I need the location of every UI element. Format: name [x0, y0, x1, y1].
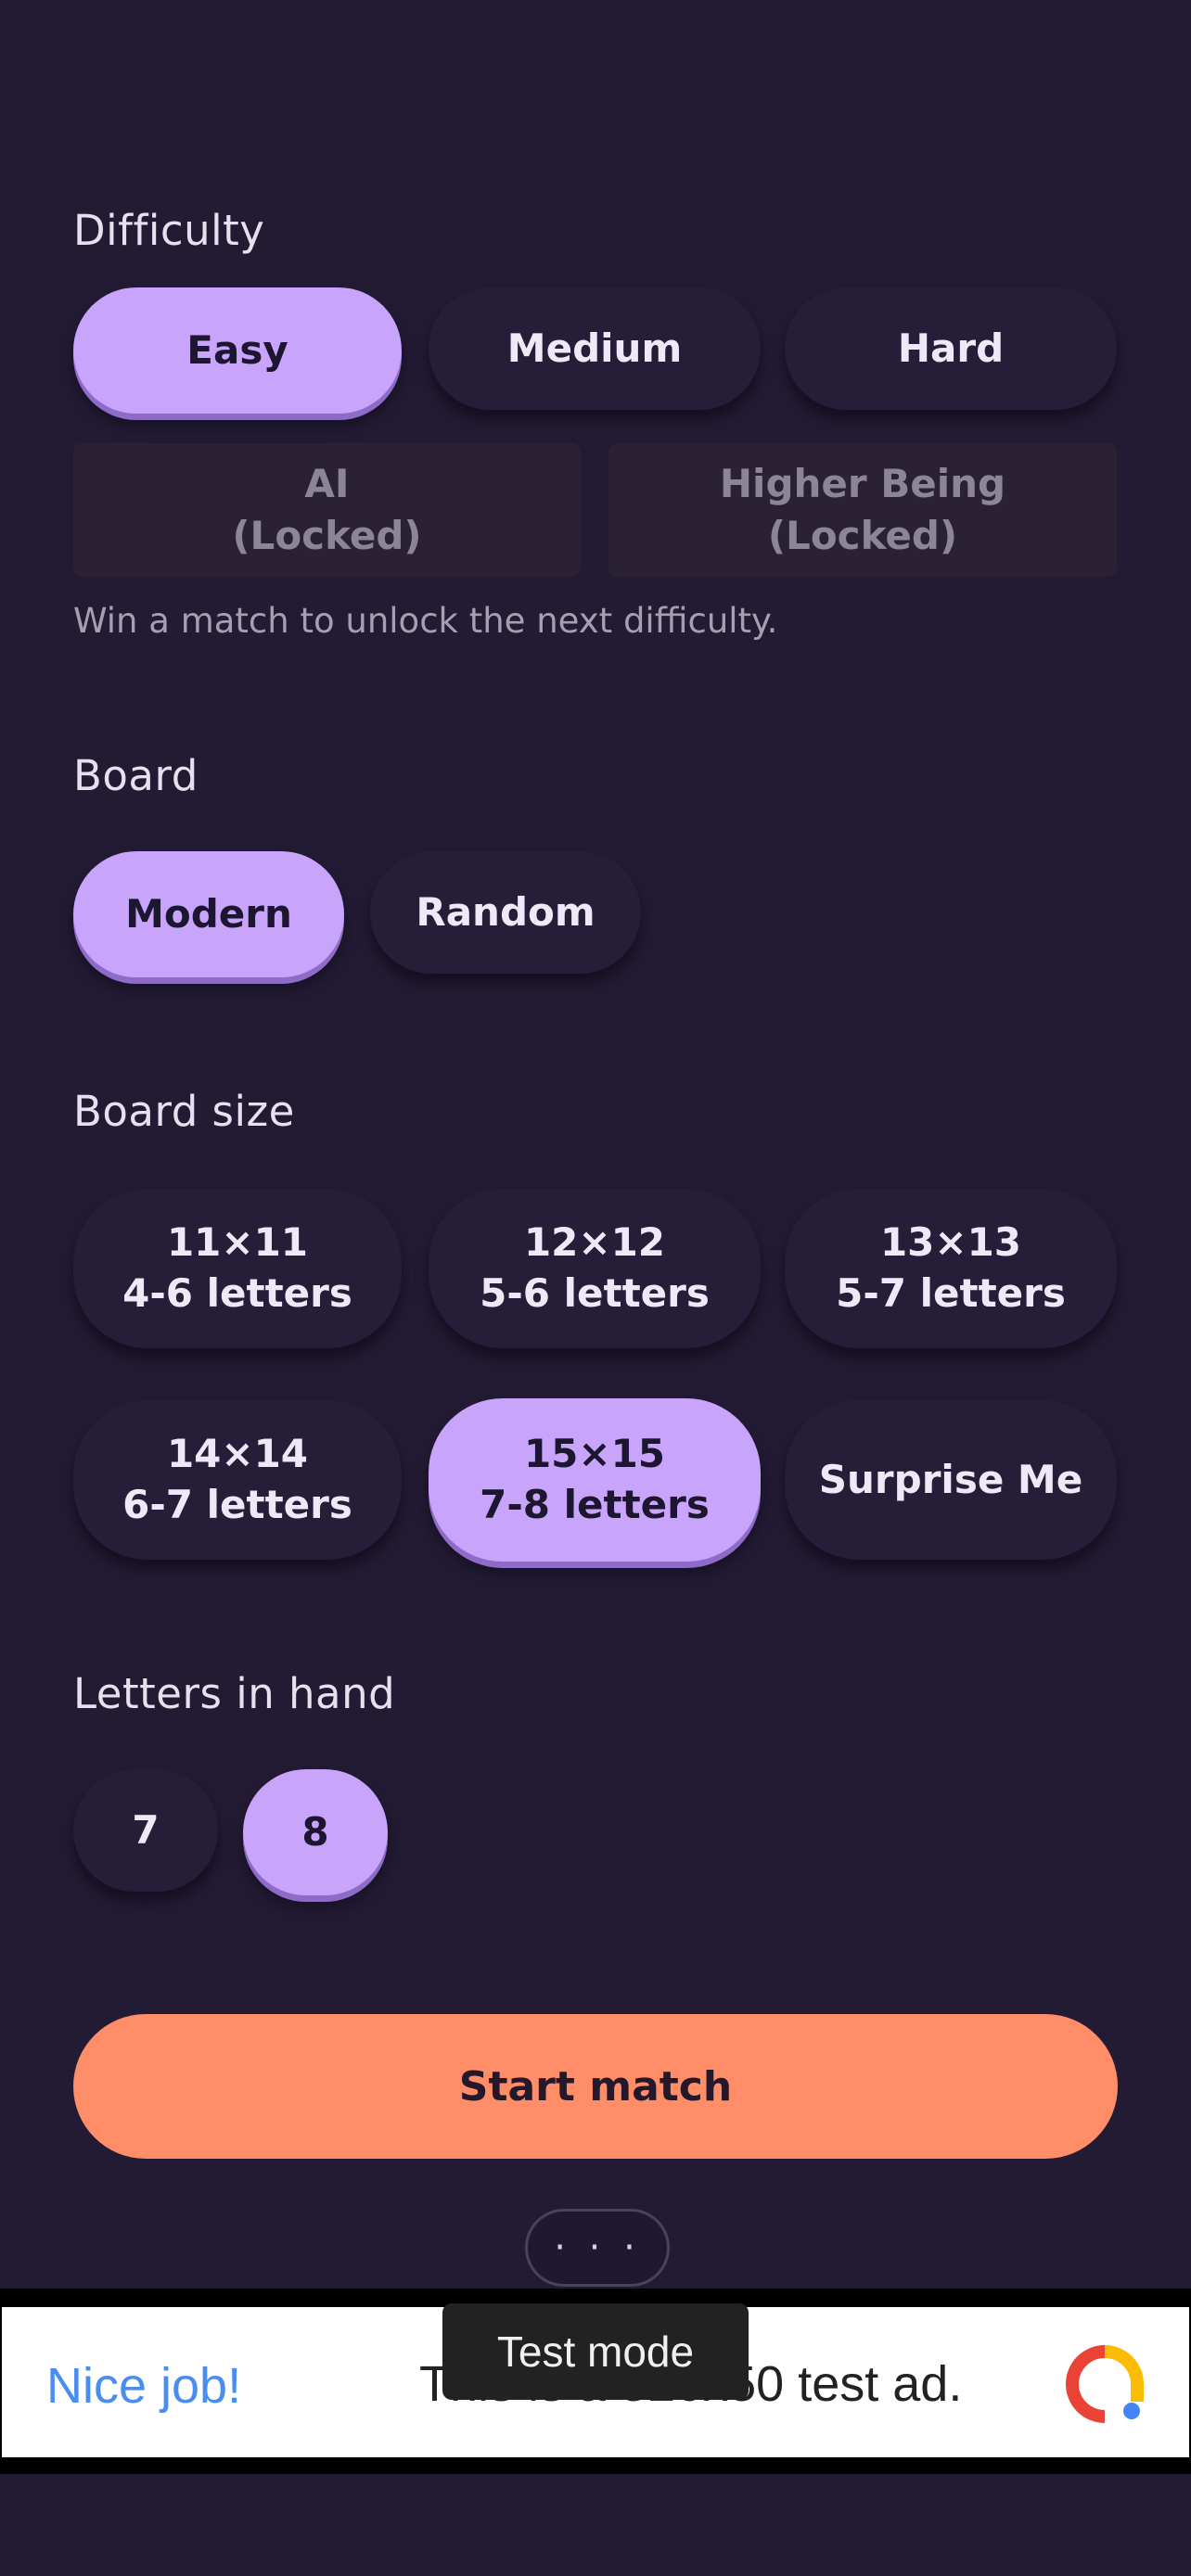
- board-size-surprise-button[interactable]: Surprise Me: [785, 1400, 1117, 1560]
- difficulty-title: Difficulty: [73, 206, 265, 255]
- ad-logo-icon[interactable]: [1065, 2344, 1145, 2424]
- difficulty-medium-button[interactable]: Medium: [429, 287, 761, 410]
- more-options-button[interactable]: · · ·: [525, 2209, 670, 2287]
- board-random-button[interactable]: Random: [370, 851, 641, 974]
- board-size-12-button[interactable]: 12×12 5-6 letters: [429, 1189, 761, 1348]
- letters-7-button[interactable]: 7: [73, 1769, 218, 1892]
- board-size-14-button[interactable]: 14×14 6-7 letters: [73, 1400, 402, 1560]
- letters-8-button[interactable]: 8: [243, 1769, 388, 1895]
- letters-in-hand-title: Letters in hand: [73, 1669, 396, 1718]
- difficulty-hard-button[interactable]: Hard: [785, 287, 1117, 410]
- test-mode-toast: Test mode: [442, 2303, 749, 2400]
- difficulty-higher-being-locked: Higher Being (Locked): [608, 443, 1117, 577]
- board-size-11-button[interactable]: 11×11 4-6 letters: [73, 1189, 402, 1348]
- board-size-13-button[interactable]: 13×13 5-7 letters: [785, 1189, 1117, 1348]
- board-size-title: Board size: [73, 1087, 295, 1136]
- ad-headline[interactable]: Nice job!: [46, 2357, 241, 2415]
- difficulty-hint: Win a match to unlock the next difficult…: [73, 601, 778, 641]
- difficulty-easy-button[interactable]: Easy: [73, 287, 402, 414]
- board-title: Board: [73, 751, 198, 800]
- board-size-15-button[interactable]: 15×15 7-8 letters: [429, 1398, 761, 1562]
- start-match-button[interactable]: Start match: [73, 2014, 1118, 2159]
- board-modern-button[interactable]: Modern: [73, 851, 344, 977]
- difficulty-ai-locked: AI (Locked): [73, 443, 581, 577]
